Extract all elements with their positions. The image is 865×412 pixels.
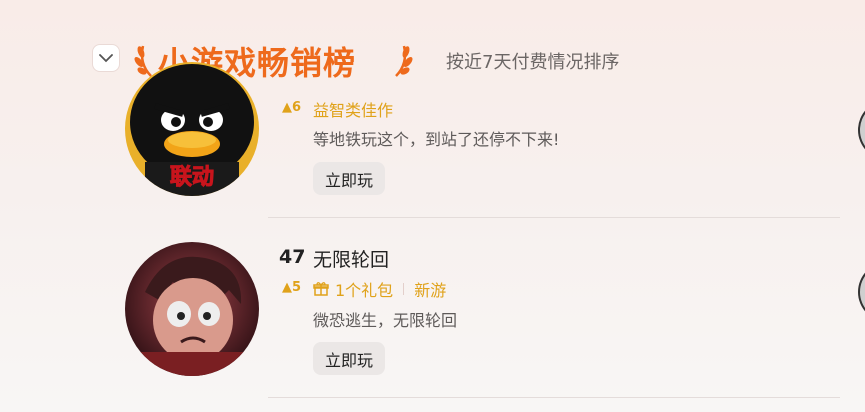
rank-number: 47 xyxy=(279,246,306,268)
game-name[interactable]: 无限轮回 xyxy=(313,245,389,272)
avatar-badge: 联动 xyxy=(170,165,214,190)
tag-list: 1个礼包 新游 xyxy=(313,277,446,301)
game-avatar[interactable] xyxy=(125,242,259,376)
game-description: 微恐逃生，无限轮回 xyxy=(313,311,458,330)
divider xyxy=(268,397,840,398)
play-button[interactable]: 立即玩 xyxy=(313,342,385,375)
game-avatar[interactable]: 联动 xyxy=(125,62,259,196)
gift-label: 1个礼包 xyxy=(335,281,394,300)
list-item[interactable]: 47 无限轮回 ▲5 1个礼包 新游 微恐逃生，无限轮回 立即玩 xyxy=(0,218,865,398)
rank-change: ▲5 xyxy=(282,280,302,295)
game-description: 等地铁玩这个，到站了还停不下来! xyxy=(313,130,560,149)
play-button[interactable]: 立即玩 xyxy=(313,162,385,195)
tag-list: 益智类佳作 xyxy=(313,97,393,121)
tag-separator xyxy=(403,283,405,295)
gift-icon xyxy=(313,282,329,296)
tag-label: 益智类佳作 xyxy=(313,101,394,120)
list-item[interactable]: 联动 ▲6 益智类佳作 等地铁玩这个，到站了还停不下来! 立即玩 xyxy=(0,0,865,218)
rank-change: ▲6 xyxy=(282,100,302,115)
tag-label: 新游 xyxy=(414,281,447,300)
gift-tag[interactable]: 1个礼包 xyxy=(313,277,393,301)
